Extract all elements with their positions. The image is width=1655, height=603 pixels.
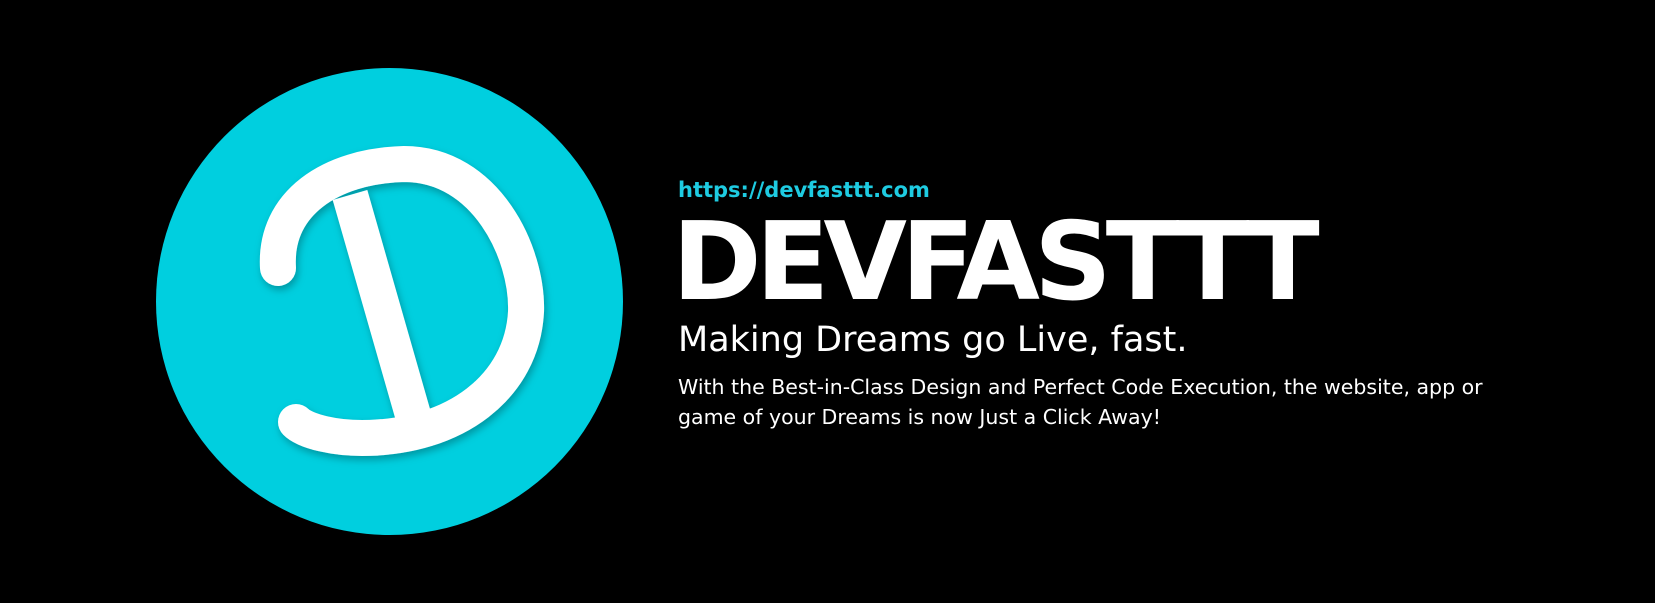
letter-d-logo-icon (156, 68, 623, 535)
description: With the Best-in-Class Design and Perfec… (678, 375, 1483, 429)
tagline: Making Dreams go Live, fast. (678, 320, 1188, 360)
devfasttt-logo (156, 68, 623, 535)
brand-name: DEVFASTTT (672, 200, 1320, 325)
banner: https://devfasttt.com DEVFASTTT Making D… (0, 0, 1655, 603)
